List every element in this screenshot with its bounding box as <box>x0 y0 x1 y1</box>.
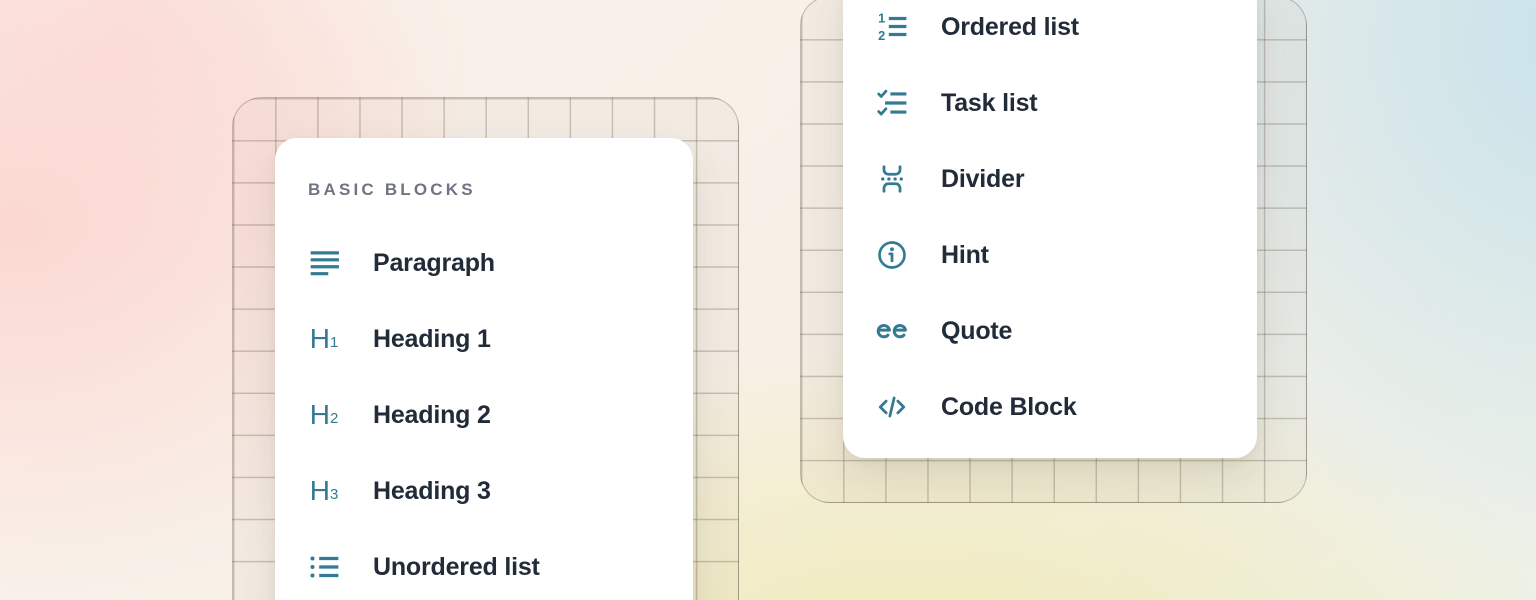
heading-glyph: H <box>310 325 330 353</box>
heading-1-icon: H1 <box>308 323 340 355</box>
quote-icon <box>876 315 908 347</box>
menu-item-heading-1[interactable]: H1 Heading 1 <box>275 301 693 377</box>
menu-item-label: Unordered list <box>373 553 540 582</box>
menu-item-hint[interactable]: Hint <box>843 217 1257 293</box>
insert-blocks-menu: 1 2 Ordered list <box>843 0 1257 458</box>
menu-item-heading-2[interactable]: H2 Heading 2 <box>275 377 693 453</box>
menu-item-label: Heading 3 <box>373 477 491 506</box>
heading-glyph: H <box>310 477 330 505</box>
heading-sub-glyph: 1 <box>330 335 338 350</box>
hint-icon <box>876 239 908 271</box>
code-block-icon <box>876 391 908 423</box>
menu-item-label: Ordered list <box>941 13 1079 42</box>
menu-item-quote[interactable]: Quote <box>843 293 1257 369</box>
heading-3-icon: H3 <box>308 475 340 507</box>
menu-section-title: BASIC BLOCKS <box>275 180 693 200</box>
menu-item-ordered-list[interactable]: 1 2 Ordered list <box>843 0 1257 65</box>
menu-item-heading-3[interactable]: H3 Heading 3 <box>275 453 693 529</box>
heading-2-icon: H2 <box>308 399 340 431</box>
editor-insert-menu-illustration: BASIC BLOCKS Paragraph H1 Heading 1 H2 H… <box>0 0 1536 600</box>
menu-item-label: Heading 2 <box>373 401 491 430</box>
menu-item-label: Code Block <box>941 393 1077 422</box>
svg-text:2: 2 <box>878 28 885 43</box>
svg-text:1: 1 <box>878 11 885 26</box>
heading-sub-glyph: 3 <box>330 487 338 502</box>
menu-item-label: Divider <box>941 165 1024 194</box>
menu-item-unordered-list[interactable]: Unordered list <box>275 529 693 600</box>
menu-item-divider[interactable]: Divider <box>843 141 1257 217</box>
task-list-icon <box>876 87 908 119</box>
divider-icon <box>876 163 908 195</box>
ordered-list-icon: 1 2 <box>876 11 908 43</box>
unordered-list-icon <box>308 551 340 583</box>
heading-glyph: H <box>310 401 330 429</box>
basic-blocks-menu: BASIC BLOCKS Paragraph H1 Heading 1 H2 H… <box>275 138 693 600</box>
menu-item-label: Paragraph <box>373 249 495 278</box>
menu-item-label: Hint <box>941 241 989 270</box>
menu-item-paragraph[interactable]: Paragraph <box>275 225 693 301</box>
menu-item-label: Quote <box>941 317 1012 346</box>
menu-item-task-list[interactable]: Task list <box>843 65 1257 141</box>
heading-sub-glyph: 2 <box>330 411 338 426</box>
menu-item-code-block[interactable]: Code Block <box>843 369 1257 445</box>
menu-item-label: Heading 1 <box>373 325 491 354</box>
paragraph-icon <box>308 247 340 279</box>
menu-item-label: Task list <box>941 89 1037 118</box>
